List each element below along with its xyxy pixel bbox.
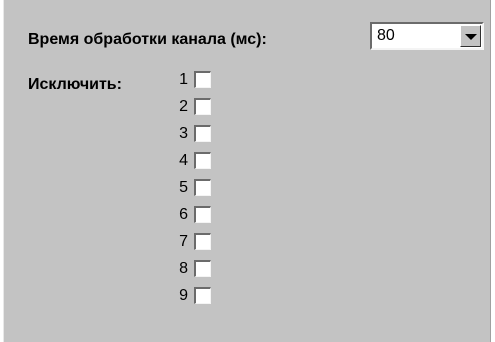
dropdown-button[interactable] — [460, 25, 481, 47]
settings-panel: Время обработки канала (мс): 80 Исключит… — [3, 0, 491, 342]
channel-number: 3 — [179, 125, 188, 142]
channel-2-checkbox[interactable] — [194, 98, 211, 115]
channel-row: 4 — [174, 149, 224, 176]
channel-5-checkbox[interactable] — [194, 179, 211, 196]
channel-number: 9 — [179, 287, 188, 304]
channel-9-checkbox[interactable] — [194, 287, 211, 304]
channel-row: 8 — [174, 257, 224, 284]
channel-7-checkbox[interactable] — [194, 233, 211, 250]
chevron-down-icon — [465, 34, 477, 40]
processing-time-label: Время обработки канала (мс): — [28, 31, 267, 48]
processing-time-value: 80 — [377, 27, 395, 44]
channel-row: 7 — [174, 230, 224, 257]
channel-number: 6 — [179, 206, 188, 223]
channel-row: 1 — [174, 68, 224, 95]
channel-number: 2 — [179, 98, 188, 115]
channel-list: 1 2 3 4 5 6 7 8 9 — [174, 68, 224, 311]
channel-1-checkbox[interactable] — [194, 71, 211, 88]
channel-6-checkbox[interactable] — [194, 206, 211, 223]
exclude-label: Исключить: — [28, 76, 122, 93]
channel-row: 6 — [174, 203, 224, 230]
channel-row: 3 — [174, 122, 224, 149]
channel-number: 1 — [179, 71, 188, 88]
processing-time-select[interactable]: 80 — [370, 22, 484, 50]
channel-3-checkbox[interactable] — [194, 125, 211, 142]
channel-number: 5 — [179, 179, 188, 196]
channel-number: 8 — [179, 260, 188, 277]
channel-8-checkbox[interactable] — [194, 260, 211, 277]
channel-4-checkbox[interactable] — [194, 152, 211, 169]
channel-number: 7 — [179, 233, 188, 250]
channel-row: 2 — [174, 95, 224, 122]
channel-row: 9 — [174, 284, 224, 311]
channel-row: 5 — [174, 176, 224, 203]
channel-number: 4 — [179, 152, 188, 169]
